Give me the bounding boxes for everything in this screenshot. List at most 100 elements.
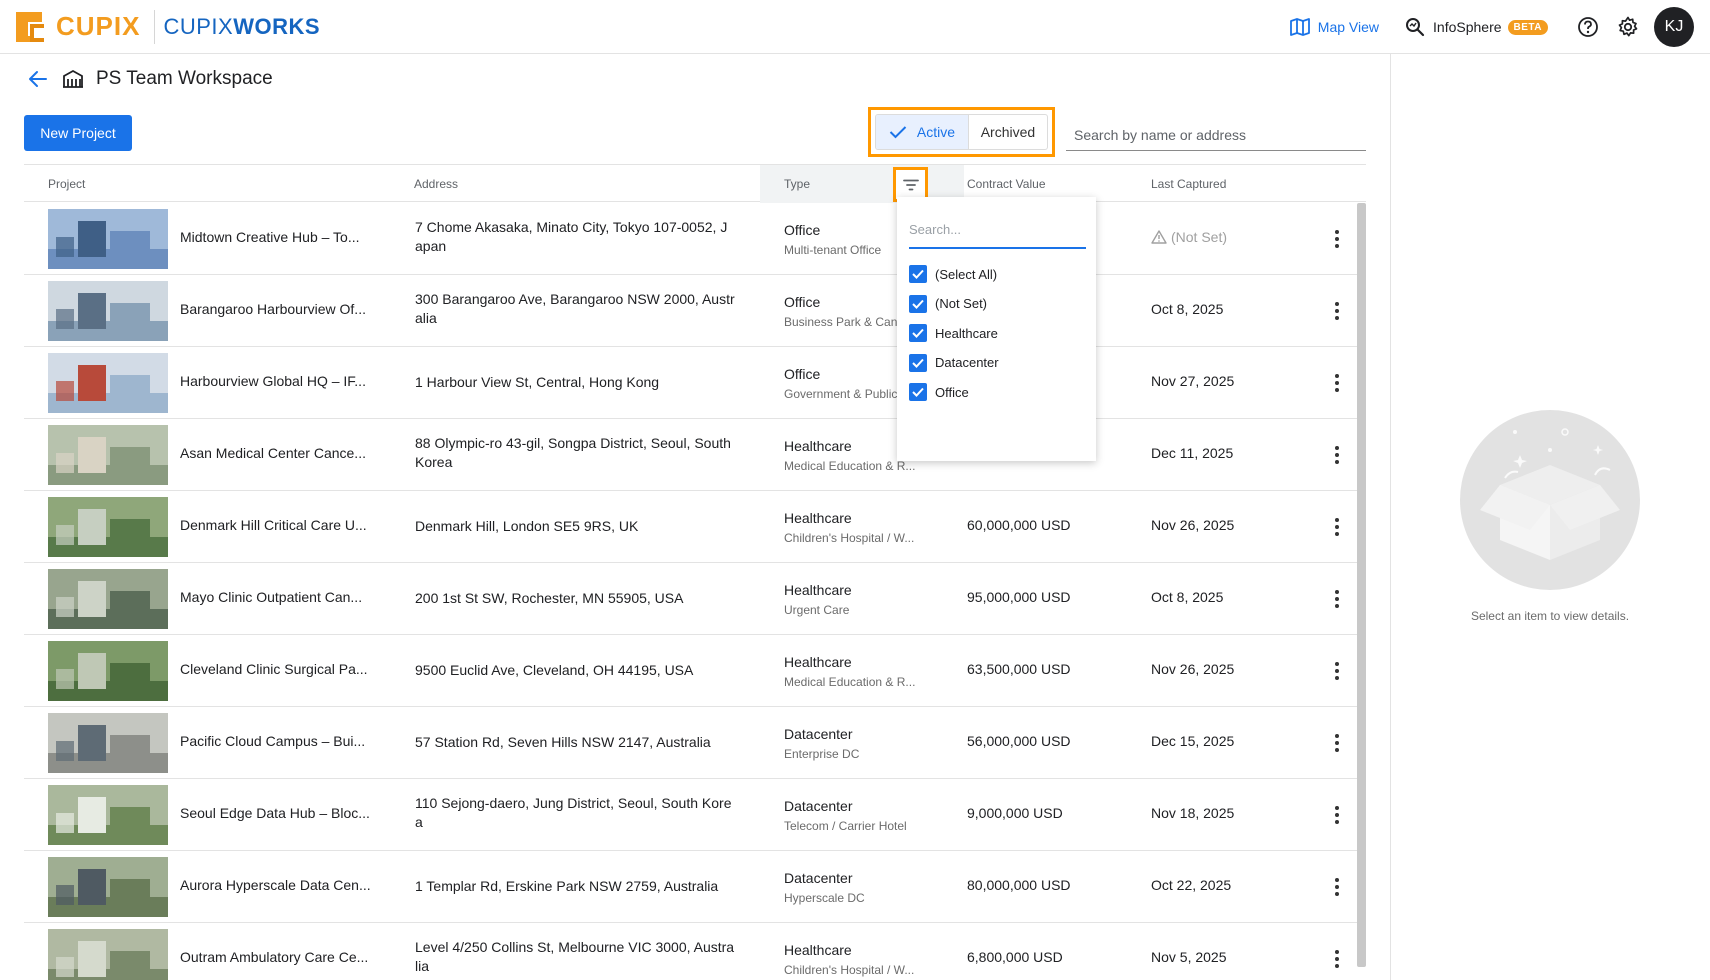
project-name[interactable]: Denmark Hill Critical Care U...	[180, 517, 380, 533]
cupix-logo-mark	[12, 8, 50, 46]
row-more-menu-icon[interactable]	[1327, 873, 1347, 901]
checkbox-checked-icon[interactable]	[909, 353, 927, 372]
contract-value: 60,000,000 USD	[967, 517, 1071, 533]
row-more-menu-icon[interactable]	[1327, 441, 1347, 469]
table-row[interactable]: Denmark Hill Critical Care U... Denmark …	[24, 491, 1366, 563]
table-row[interactable]: Aurora Hyperscale Data Cen... 1 Templar …	[24, 851, 1366, 923]
row-more-menu-icon[interactable]	[1327, 297, 1347, 325]
project-thumbnail	[48, 281, 168, 341]
row-more-menu-icon[interactable]	[1327, 945, 1347, 973]
table-row[interactable]: Midtown Creative Hub – To... 7 Chome Aka…	[24, 203, 1366, 275]
row-more-menu-icon[interactable]	[1327, 369, 1347, 397]
filter-option-label: (Not Set)	[935, 296, 988, 311]
logo-text: CUPIX	[56, 11, 141, 41]
row-more-menu-icon[interactable]	[1327, 513, 1347, 541]
empty-detail-text: Select an item to view details.	[1470, 609, 1630, 623]
table-row[interactable]: Mayo Clinic Outpatient Can... 200 1st St…	[24, 563, 1366, 635]
logo-separator	[154, 9, 156, 44]
contract-value: 9,000,000 USD	[967, 805, 1063, 821]
table-row[interactable]: Pacific Cloud Campus – Bui... 57 Station…	[24, 707, 1366, 779]
new-project-button[interactable]: New Project	[24, 115, 132, 151]
table-row[interactable]: Seoul Edge Data Hub – Bloc... 110 Sejong…	[24, 779, 1366, 851]
project-name[interactable]: Harbourview Global HQ – IF...	[180, 373, 380, 389]
col-header-address[interactable]: Address	[414, 165, 458, 203]
filter-option-label: Datacenter	[935, 355, 999, 370]
project-type: Healthcare	[784, 942, 852, 958]
checkbox-checked-icon[interactable]	[909, 294, 927, 313]
filter-option[interactable]: Office	[909, 381, 969, 403]
row-more-menu-icon[interactable]	[1327, 225, 1347, 253]
cupixworks-part-b: WORKS	[233, 13, 321, 39]
infosphere-link[interactable]: InfoSphere BETA	[1405, 17, 1548, 37]
table-row[interactable]: Cleveland Clinic Surgical Pa... 9500 Euc…	[24, 635, 1366, 707]
filter-icon	[902, 179, 919, 190]
contract-value: 95,000,000 USD	[967, 589, 1071, 605]
last-captured: Oct 8, 2025	[1151, 301, 1224, 317]
help-icon[interactable]	[1574, 13, 1602, 41]
row-more-menu-icon[interactable]	[1327, 729, 1347, 757]
cupix-logo[interactable]: CUPIX CUPIXWORKS	[12, 0, 320, 54]
project-type: Healthcare	[784, 438, 852, 454]
workspace-building-icon	[63, 69, 83, 88]
filter-option[interactable]: Healthcare	[909, 322, 998, 344]
project-thumbnail	[48, 353, 168, 413]
panel-divider	[1390, 54, 1391, 980]
filter-search-input[interactable]	[909, 221, 1086, 237]
table-row[interactable]: Asan Medical Center Cance... 88 Olympic-…	[24, 419, 1366, 491]
project-thumbnail	[48, 641, 168, 701]
project-name[interactable]: Aurora Hyperscale Data Cen...	[180, 877, 380, 893]
settings-gear-icon[interactable]	[1614, 13, 1642, 41]
project-name[interactable]: Seoul Edge Data Hub – Bloc...	[180, 805, 380, 821]
col-header-type-label: Type	[784, 177, 811, 191]
project-name[interactable]: Asan Medical Center Cance...	[180, 445, 380, 461]
table-row[interactable]: Barangaroo Harbourview Of... 300 Baranga…	[24, 275, 1366, 347]
table-row[interactable]: Harbourview Global HQ – IF... 1 Harbour …	[24, 347, 1366, 419]
last-captured: Dec 15, 2025	[1151, 733, 1235, 749]
project-table-body: Midtown Creative Hub – To... 7 Chome Aka…	[24, 203, 1366, 980]
col-header-last-captured[interactable]: Last Captured	[1151, 165, 1226, 203]
project-subtype: Children's Hospital / W...	[784, 531, 915, 545]
project-address: 110 Sejong-daero, Jung District, Seoul, …	[415, 795, 732, 830]
row-more-menu-icon[interactable]	[1327, 585, 1347, 613]
project-name[interactable]: Barangaroo Harbourview Of...	[180, 301, 380, 317]
project-name[interactable]: Pacific Cloud Campus – Bui...	[180, 733, 380, 749]
filter-option[interactable]: Datacenter	[909, 352, 999, 374]
status-toggle: Active Archived	[875, 114, 1048, 150]
checkbox-checked-icon[interactable]	[909, 265, 927, 283]
checkbox-checked-icon[interactable]	[909, 324, 927, 342]
map-icon	[1289, 18, 1310, 36]
project-type: Healthcare	[784, 582, 852, 598]
project-thumbnail	[48, 857, 168, 917]
user-avatar[interactable]: KJ	[1654, 7, 1694, 47]
project-name[interactable]: Midtown Creative Hub – To...	[180, 229, 380, 245]
project-thumbnail	[48, 209, 168, 269]
checkbox-checked-icon[interactable]	[909, 383, 927, 401]
last-captured: Oct 8, 2025	[1151, 589, 1224, 605]
project-type: Healthcare	[784, 654, 852, 670]
project-name[interactable]: Mayo Clinic Outpatient Can...	[180, 589, 380, 605]
back-arrow-icon[interactable]	[28, 70, 48, 88]
filter-option[interactable]: (Not Set)	[909, 293, 987, 315]
project-name[interactable]: Outram Ambulatory Care Ce...	[180, 949, 380, 965]
map-view-link[interactable]: Map View	[1289, 18, 1379, 36]
col-header-project[interactable]: Project	[48, 165, 85, 203]
row-more-menu-icon[interactable]	[1327, 801, 1347, 829]
project-thumbnail	[48, 929, 168, 980]
last-captured: Nov 18, 2025	[1151, 805, 1235, 821]
project-subtype: Hyperscale DC	[784, 891, 865, 905]
table-row[interactable]: Outram Ambulatory Care Ce... Level 4/250…	[24, 923, 1366, 980]
contract-value: 63,500,000 USD	[967, 661, 1071, 677]
project-name[interactable]: Cleveland Clinic Surgical Pa...	[180, 661, 380, 677]
active-toggle-button[interactable]: Active	[876, 115, 968, 149]
archived-toggle-button[interactable]: Archived	[967, 115, 1047, 149]
project-address: Denmark Hill, London SE5 9RS, UK	[415, 518, 639, 534]
row-more-menu-icon[interactable]	[1327, 657, 1347, 685]
project-subtype: Medical Education & R...	[784, 459, 916, 473]
project-search-input[interactable]	[1074, 126, 1366, 143]
project-thumbnail	[48, 713, 168, 773]
project-type: Datacenter	[784, 726, 853, 742]
filter-option[interactable]: (Select All)	[909, 263, 997, 285]
table-scrollbar[interactable]	[1357, 203, 1366, 967]
project-type: Office	[784, 294, 821, 310]
filter-search	[909, 211, 1086, 249]
